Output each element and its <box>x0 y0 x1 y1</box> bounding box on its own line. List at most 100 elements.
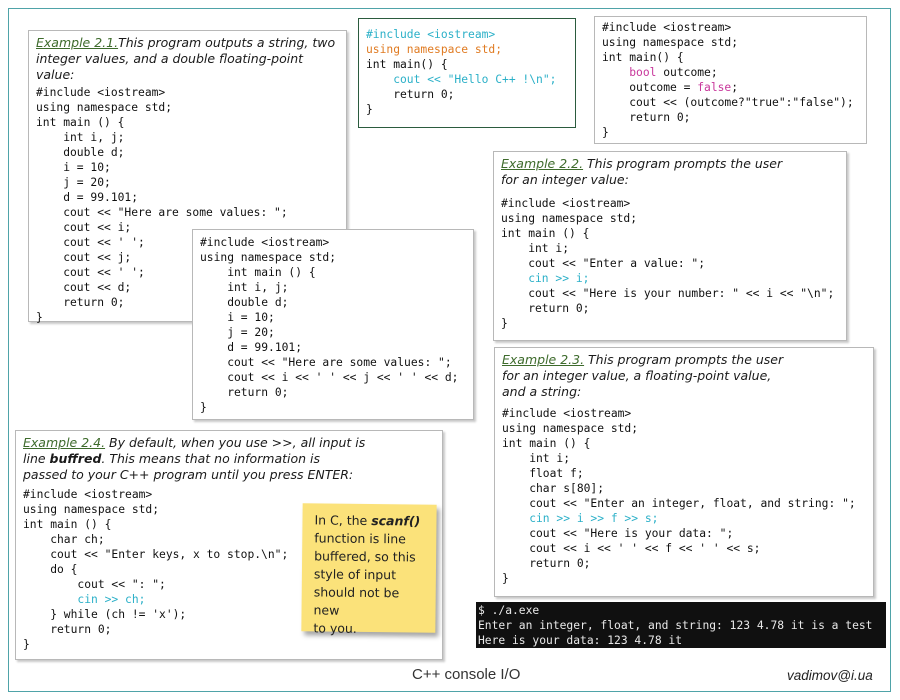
code-line: d = 99.101; <box>200 341 303 354</box>
code-line: using namespace std; <box>36 101 173 114</box>
code-line: } <box>366 103 373 116</box>
code-line: #include <iostream> <box>502 407 632 420</box>
code-line: j = 20; <box>36 176 111 189</box>
slide-title: C++ console I/O <box>412 666 521 683</box>
code-line: return 0; <box>502 557 591 570</box>
code-line: cout << "Enter a value: "; <box>501 257 706 270</box>
code-line: } <box>200 401 207 414</box>
code-line: int main () { <box>501 227 590 240</box>
note-text: In C, the <box>314 512 372 529</box>
code-line: cout << i << ' ' << f << ' ' << s; <box>502 542 761 555</box>
code-line: using namespace std; <box>502 422 639 435</box>
caption-text: This program prompts the user <box>583 156 783 171</box>
example-label: Example 2.2. <box>501 156 584 171</box>
example-2-2-box: Example 2.2. This program prompts the us… <box>493 151 847 341</box>
example-2-3-caption: Example 2.3. This program prompts the us… <box>502 352 867 400</box>
caption-text: line <box>23 451 50 466</box>
code-line: return 0; <box>602 111 691 124</box>
code-line: return 0; <box>501 302 590 315</box>
caption-text: for an integer value: <box>501 172 629 187</box>
code-line: int main () { <box>200 266 316 279</box>
keyword: false <box>697 81 732 94</box>
note-line: buffered, so this <box>314 548 416 565</box>
code-line: using namespace std; <box>366 43 503 56</box>
code-line: cin >> i >> f >> s; <box>502 512 659 525</box>
code-line: int main() { <box>366 58 448 71</box>
note-line: to you. <box>313 620 357 636</box>
caption-text: By default, when you use >>, all input i… <box>105 435 366 450</box>
code-line: double d; <box>200 296 289 309</box>
caption-text: passed to your C++ program until you pre… <box>23 467 354 482</box>
code-line: outcome = false; <box>602 81 739 94</box>
keyword: bool <box>629 66 657 79</box>
code-line: d = 99.101; <box>36 191 139 204</box>
caption-text: and a string: <box>502 384 582 399</box>
code-line: cout << (outcome?"true":"false"); <box>602 96 854 109</box>
sticky-note: In C, the scanf() function is line buffe… <box>301 503 437 636</box>
code-line: char s[80]; <box>502 482 605 495</box>
terminal-output: $ ./a.exe Enter an integer, float, and s… <box>476 602 886 648</box>
code-line: int i, j; <box>200 281 289 294</box>
code-line: } <box>502 572 509 585</box>
terminal-line: $ ./a.exe <box>478 604 540 617</box>
caption-text: This program prompts the user <box>584 352 784 367</box>
note-line: function is line <box>314 530 406 547</box>
code-line: #include <iostream> <box>501 197 631 210</box>
code-line: return 0; <box>200 386 289 399</box>
caption-emphasis: buffred <box>49 451 102 466</box>
code-line: int main () { <box>36 116 125 129</box>
code-line: double d; <box>36 146 125 159</box>
example-2-1-caption: Example 2.1.This program outputs a strin… <box>36 35 340 83</box>
example-2-2-caption: Example 2.2. This program prompts the us… <box>501 156 840 188</box>
code-line: bool outcome; <box>629 66 718 79</box>
code-line: cout << "Here are some values: "; <box>200 356 452 369</box>
code-line: int i; <box>501 242 570 255</box>
caption-text: This program outputs a string, two <box>118 35 336 50</box>
code-line: cout << "Here is your data: "; <box>502 527 734 540</box>
code-line: #include <iostream> <box>602 21 732 34</box>
code-line: int main() { <box>602 51 684 64</box>
code-line: i = 10; <box>200 311 275 324</box>
code-line: using namespace std; <box>200 251 337 264</box>
code-line: int i, j; <box>36 131 125 144</box>
code-line: #include <iostream> <box>36 86 166 99</box>
code-line: return 0; <box>366 88 455 101</box>
note-line: In C, the scanf() <box>314 511 426 530</box>
caption-text: . This means that no information is <box>101 451 321 466</box>
code-line: cout << "Enter an integer, float, and st… <box>502 497 856 510</box>
code-block: #include <iostream> using namespace std; i… <box>602 20 860 140</box>
code-block: #include <iostream> using namespace std; i… <box>502 406 867 586</box>
code-line: using namespace std; <box>501 212 638 225</box>
code-line: #include <iostream> <box>23 488 153 501</box>
code-line: i = 10; <box>36 161 111 174</box>
code-block: #include <iostream> using namespace std; i… <box>501 196 840 331</box>
example-label: Example 2.1. <box>36 35 119 50</box>
code-block: #include <iostream> using namespace std; i… <box>366 27 569 117</box>
code-line: int main () { <box>502 437 591 450</box>
terminal-line: Here is your data: 123 4.78 it <box>478 634 683 647</box>
note-line: style of input <box>313 566 397 583</box>
example-label: Example 2.3. <box>502 352 585 367</box>
code-line: } <box>602 126 609 139</box>
code-line: j = 20; <box>200 326 275 339</box>
example-2-4-caption: Example 2.4. By default, when you use >>… <box>23 435 436 483</box>
example-2-3-box: Example 2.3. This program prompts the us… <box>494 347 874 597</box>
code-line: cout << "Here is your number: " << i << … <box>501 287 835 300</box>
code-line: } <box>23 638 30 651</box>
code-line: float f; <box>502 467 584 480</box>
bool-example-box: #include <iostream> using namespace std; i… <box>594 16 867 144</box>
note-emphasis: scanf() <box>371 513 421 529</box>
code-line: } <box>501 317 508 330</box>
note-line: should not be new <box>313 584 400 618</box>
caption-text: integer values, and a double floating-po… <box>36 51 304 82</box>
code-line: #include <iostream> <box>366 28 496 41</box>
example-label: Example 2.4. <box>23 435 106 450</box>
code-line: using namespace std; <box>602 36 739 49</box>
author-email: vadimov@i.ua <box>787 668 873 683</box>
code-line: cin >> i; <box>501 272 590 285</box>
compact-example-box: #include <iostream> using namespace std; … <box>192 229 474 420</box>
code-line: int i; <box>502 452 571 465</box>
code-line: cout << i << ' ' << j << ' ' << d; <box>200 371 459 384</box>
code-line: #include <iostream> <box>200 236 330 249</box>
terminal-line: Enter an integer, float, and string: 123… <box>478 619 873 632</box>
